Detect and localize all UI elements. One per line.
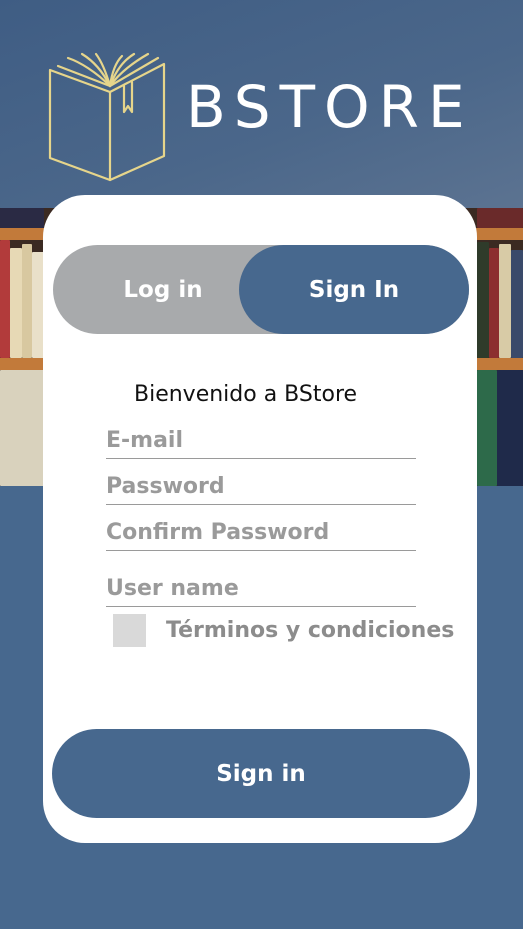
book <box>511 250 523 358</box>
tab-signin[interactable]: Sign In <box>239 245 469 334</box>
book <box>477 208 523 228</box>
confirm-password-field <box>106 514 416 551</box>
book <box>10 248 22 358</box>
book <box>477 370 497 486</box>
email-input[interactable] <box>106 422 416 458</box>
book <box>477 242 489 358</box>
welcome-message: Bienvenido a BStore <box>134 382 358 407</box>
brand-name: BSTORE <box>186 73 474 141</box>
terms-row: Términos y condiciones <box>113 614 454 647</box>
signin-card: Log in Sign In Bienvenido a BStore Térmi… <box>43 195 477 843</box>
username-field <box>106 570 416 607</box>
password-input[interactable] <box>106 468 416 504</box>
book <box>489 248 499 358</box>
terms-label[interactable]: Términos y condiciones <box>166 618 454 643</box>
username-input[interactable] <box>106 570 416 606</box>
book <box>0 208 44 228</box>
terms-checkbox[interactable] <box>113 614 146 647</box>
book <box>499 244 511 358</box>
book <box>22 244 32 358</box>
password-field <box>106 468 416 505</box>
open-book-icon <box>48 52 166 182</box>
email-field <box>106 422 416 459</box>
confirm-password-input[interactable] <box>106 514 416 550</box>
book <box>0 240 10 358</box>
book <box>497 370 523 486</box>
book <box>0 370 44 486</box>
auth-tab-switch: Log in Sign In <box>53 245 469 334</box>
signin-submit-button[interactable]: Sign in <box>52 729 470 818</box>
